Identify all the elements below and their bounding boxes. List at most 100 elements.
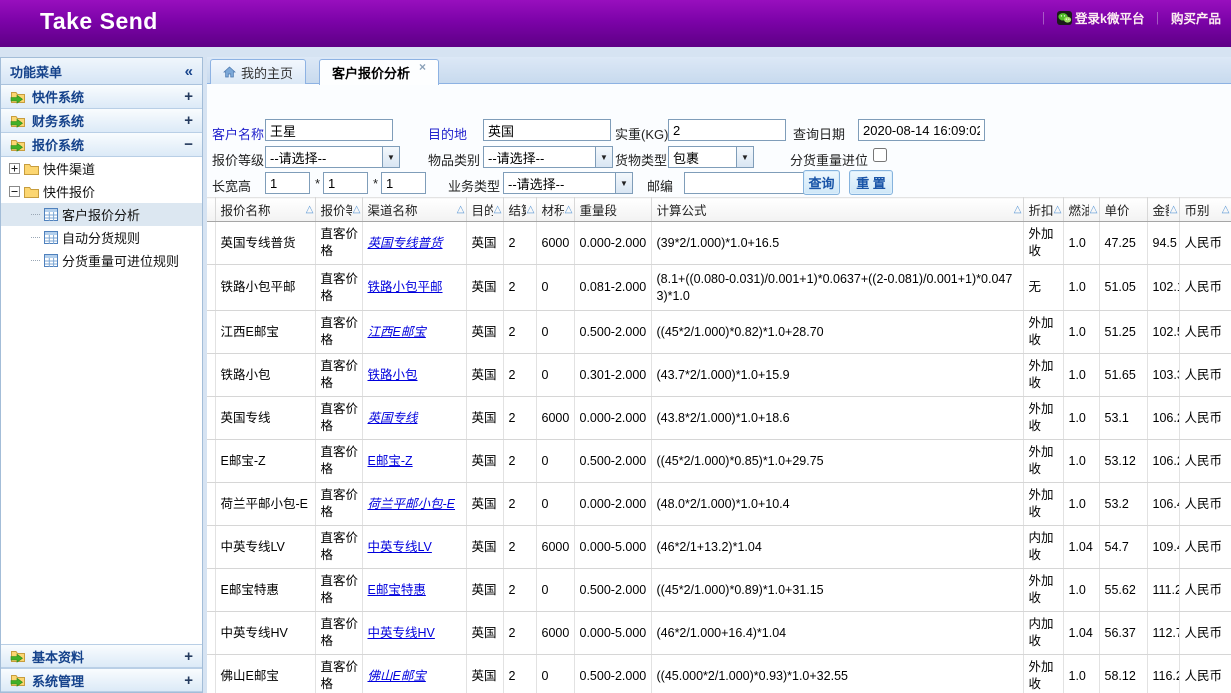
column-header-12[interactable]: 金额△ xyxy=(1147,198,1179,222)
sort-icon: △ xyxy=(1014,204,1022,215)
customer-name-input[interactable] xyxy=(265,119,393,141)
buy-product-link[interactable]: 购买产品 xyxy=(1171,8,1221,27)
split-weight-carry-checkbox[interactable] xyxy=(873,148,887,162)
cell-amount: 106.25 xyxy=(1147,440,1179,483)
channel-link[interactable]: 英国专线 xyxy=(368,411,418,425)
cell-settle: 2 xyxy=(503,311,536,354)
sidebar-section-bottom-0[interactable]: 基本资料+ xyxy=(1,644,202,668)
query-date-input[interactable] xyxy=(858,119,985,141)
cell-level: 直客价格 xyxy=(315,354,362,397)
sidebar-section-top-2[interactable]: 报价系统− xyxy=(1,133,202,157)
cell-surcharge: 外加收 xyxy=(1023,483,1063,526)
column-header-1[interactable]: 报价名称△ xyxy=(215,198,315,222)
quote-row-4[interactable]: 英国专线直客价格英国专线英国260000.000-2.000(43.8*2/1.… xyxy=(207,397,1231,440)
channel-link[interactable]: 佛山E邮宝 xyxy=(368,669,426,683)
section-toggle-icon[interactable]: − xyxy=(184,137,193,152)
quote-row-2[interactable]: 江西E邮宝直客价格江西E邮宝英国200.500-2.000((45*2/1.00… xyxy=(207,311,1231,354)
quote-row-10[interactable]: 佛山E邮宝直客价格佛山E邮宝英国200.500-2.000((45.000*2/… xyxy=(207,655,1231,693)
section-toggle-icon[interactable]: + xyxy=(184,673,193,688)
cell-formula: ((45*2/1.000)*0.85)*1.0+29.75 xyxy=(651,440,1023,483)
column-header-2[interactable]: 报价等△ xyxy=(315,198,362,222)
cell-volume: 0 xyxy=(536,655,574,693)
channel-link[interactable]: 荷兰平邮小包-E xyxy=(368,497,456,511)
column-header-9[interactable]: 折扣△ xyxy=(1023,198,1063,222)
tab-bar: 我的主页客户报价分析× xyxy=(207,57,1231,84)
section-toggle-icon[interactable]: + xyxy=(184,89,193,104)
cell-surcharge: 外加收 xyxy=(1023,311,1063,354)
quote-level-select[interactable]: --请选择-- ▼ xyxy=(265,146,400,168)
tab-1[interactable]: 客户报价分析× xyxy=(319,59,439,85)
sidebar-section-top-0[interactable]: 快件系统+ xyxy=(1,85,202,109)
cell-amount: 106.2 xyxy=(1147,397,1179,440)
channel-link[interactable]: 英国专线普货 xyxy=(368,236,443,250)
column-label: 材积 xyxy=(542,200,564,219)
folder-arrow-icon xyxy=(10,138,26,152)
sidebar-section-top-1[interactable]: 财务系统+ xyxy=(1,109,202,133)
login-wechat-link[interactable]: 登录k微平台 xyxy=(1057,8,1144,27)
cell-formula: (46*2/1.000+16.4)*1.04 xyxy=(651,612,1023,655)
column-header-3[interactable]: 渠道名称△ xyxy=(362,198,466,222)
tree-item-0[interactable]: 快件渠道 xyxy=(1,157,202,180)
cell-formula: ((45.000*2/1.000)*0.93)*1.0+32.55 xyxy=(651,655,1023,693)
cell-dest: 英国 xyxy=(466,397,503,440)
section-toggle-icon[interactable]: + xyxy=(184,649,193,664)
quote-row-1[interactable]: 铁路小包平邮直客价格铁路小包平邮英国200.081-2.000(8.1+((0.… xyxy=(207,265,1231,311)
cell-settle: 2 xyxy=(503,440,536,483)
cargo-type-select[interactable]: 包裹 ▼ xyxy=(668,146,754,168)
section-toggle-icon[interactable]: + xyxy=(184,113,193,128)
tree-item-3[interactable]: 自动分货规则 xyxy=(1,226,202,249)
channel-link[interactable]: 江西E邮宝 xyxy=(368,325,426,339)
separator: ｜ xyxy=(1151,8,1164,27)
search-button[interactable]: 查询 xyxy=(803,170,840,195)
tree-item-2[interactable]: 客户报价分析 xyxy=(1,203,202,226)
column-header-13[interactable]: 币别△ xyxy=(1179,198,1231,222)
column-header-6[interactable]: 材积△ xyxy=(536,198,574,222)
column-label: 币别 xyxy=(1185,200,1210,219)
cell-name: 佛山E邮宝 xyxy=(215,655,315,693)
close-icon[interactable]: × xyxy=(419,60,426,74)
item-category-select[interactable]: --请选择-- ▼ xyxy=(483,146,613,168)
channel-link[interactable]: 中英专线LV xyxy=(368,540,432,554)
quote-row-3[interactable]: 铁路小包直客价格铁路小包英国200.301-2.000(43.7*2/1.000… xyxy=(207,354,1231,397)
folder-arrow-icon xyxy=(10,649,26,663)
quote-row-6[interactable]: 荷兰平邮小包-E直客价格荷兰平邮小包-E英国200.000-2.000(48.0… xyxy=(207,483,1231,526)
business-type-select[interactable]: --请选择-- ▼ xyxy=(503,172,633,194)
width-input[interactable] xyxy=(323,172,368,194)
channel-link[interactable]: E邮宝-Z xyxy=(368,454,413,468)
tab-0[interactable]: 我的主页 xyxy=(210,59,306,84)
quote-row-5[interactable]: E邮宝-Z直客价格E邮宝-Z英国200.500-2.000((45*2/1.00… xyxy=(207,440,1231,483)
cell-level: 直客价格 xyxy=(315,483,362,526)
cell-channel: 英国专线 xyxy=(362,397,466,440)
column-header-4[interactable]: 目的△ xyxy=(466,198,503,222)
cell-range: 0.500-2.000 xyxy=(574,440,651,483)
quote-row-8[interactable]: E邮宝特惠直客价格E邮宝特惠英国200.500-2.000((45*2/1.00… xyxy=(207,569,1231,612)
quote-row-9[interactable]: 中英专线HV直客价格中英专线HV英国260000.000-5.000(46*2/… xyxy=(207,612,1231,655)
reset-button[interactable]: 重 置 xyxy=(849,170,893,195)
cell-amount: 109.41 xyxy=(1147,526,1179,569)
channel-link[interactable]: E邮宝特惠 xyxy=(368,583,426,597)
cell-name: E邮宝-Z xyxy=(215,440,315,483)
channel-link[interactable]: 铁路小包 xyxy=(368,368,418,382)
column-header-8[interactable]: 计算公式△ xyxy=(651,198,1023,222)
height-input[interactable] xyxy=(381,172,426,194)
length-input[interactable] xyxy=(265,172,310,194)
sidebar-section-bottom-1[interactable]: 系统管理+ xyxy=(1,668,202,692)
cell-volume: 6000 xyxy=(536,526,574,569)
tree-expander-icon[interactable] xyxy=(9,186,20,197)
cell-dest: 英国 xyxy=(466,612,503,655)
channel-link[interactable]: 铁路小包平邮 xyxy=(368,280,443,294)
quote-row-0[interactable]: 英国专线普货直客价格英国专线普货英国260000.000-2.000(39*2/… xyxy=(207,222,1231,265)
tree-item-4[interactable]: 分货重量可进位规则 xyxy=(1,249,202,272)
destination-input[interactable] xyxy=(483,119,611,141)
quote-row-7[interactable]: 中英专线LV直客价格中英专线LV英国260000.000-5.000(46*2/… xyxy=(207,526,1231,569)
folder-icon xyxy=(24,163,39,175)
collapse-sidebar-icon[interactable]: « xyxy=(185,63,193,80)
column-header-10[interactable]: 燃油附△ xyxy=(1063,198,1099,222)
channel-link[interactable]: 中英专线HV xyxy=(368,626,435,640)
tree-item-1[interactable]: 快件报价 xyxy=(1,180,202,203)
tree-expander-icon[interactable] xyxy=(9,163,20,174)
split-weight-carry-label: 分货重量进位 xyxy=(790,150,868,169)
column-header-5[interactable]: 结算△ xyxy=(503,198,536,222)
weight-input[interactable] xyxy=(668,119,786,141)
postcode-input[interactable] xyxy=(684,172,809,194)
